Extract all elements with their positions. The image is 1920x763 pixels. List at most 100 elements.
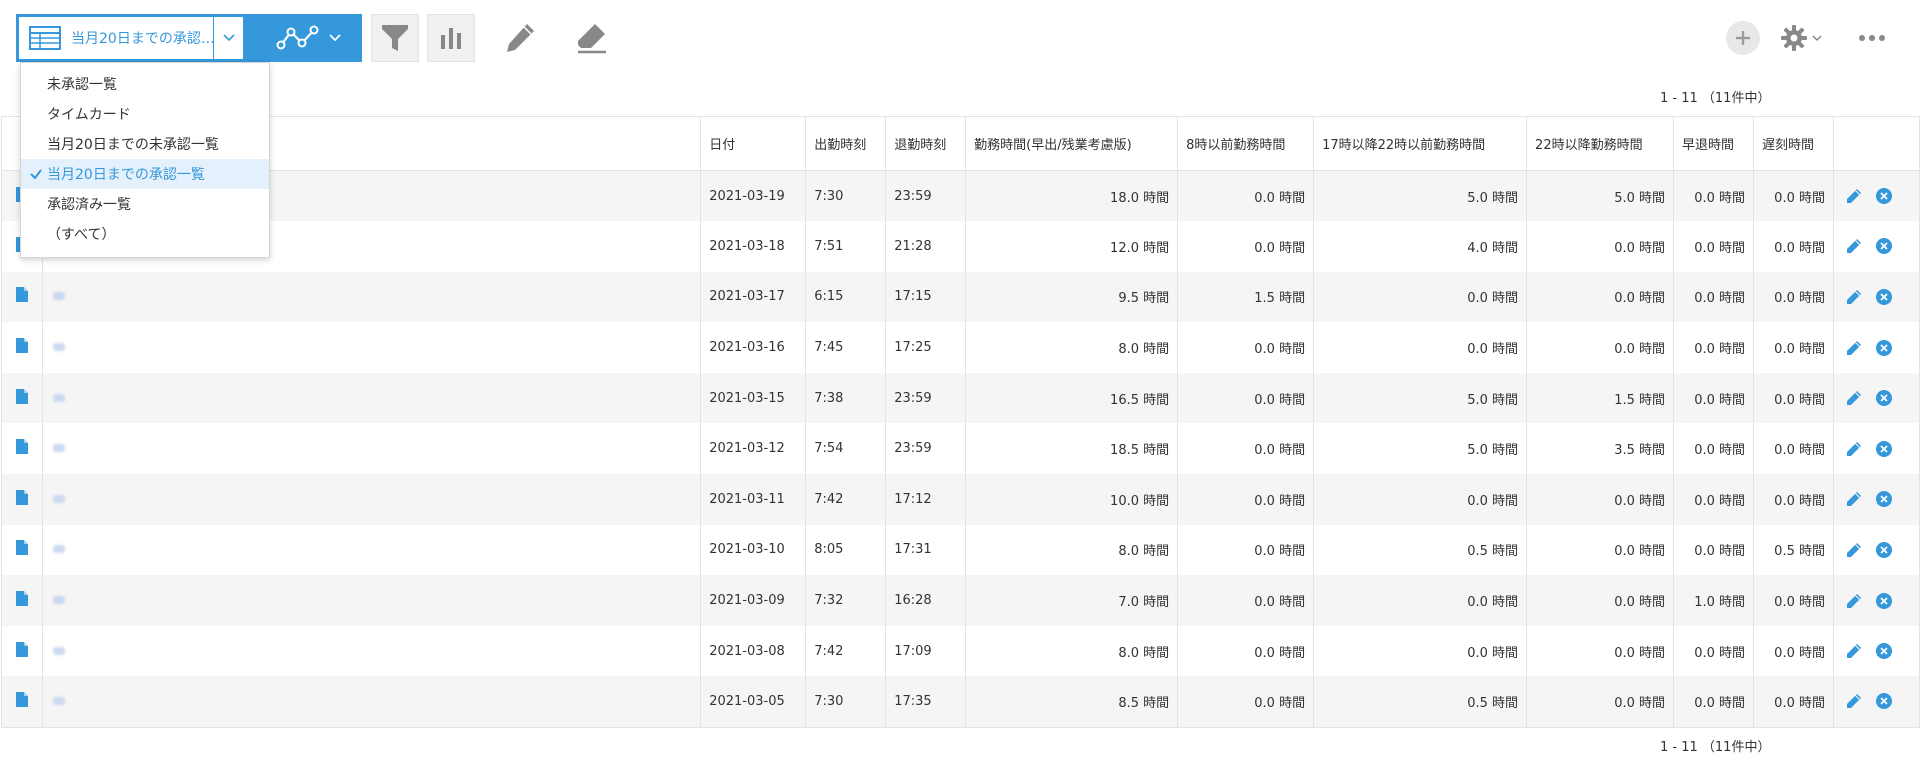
row-actions xyxy=(1833,625,1920,677)
record-detail-icon[interactable] xyxy=(15,439,28,455)
cell-before-8: 0.0 時間 xyxy=(1177,524,1315,576)
graph-select-button[interactable] xyxy=(270,14,362,62)
record-detail-cell[interactable] xyxy=(1,271,43,323)
pencil-icon[interactable] xyxy=(1846,390,1862,406)
record-detail-cell[interactable] xyxy=(1,625,43,677)
cell-late: 0.0 時間 xyxy=(1753,322,1834,373)
chevron-down-icon xyxy=(222,34,235,42)
record-detail-icon[interactable] xyxy=(15,388,28,404)
header-after-22[interactable]: 22時以降勤務時間 xyxy=(1526,116,1675,171)
close-circle-icon[interactable] xyxy=(1875,541,1892,558)
record-detail-cell[interactable] xyxy=(1,575,43,626)
view-select[interactable]: 当月20日までの承認… xyxy=(16,14,270,62)
cell-date: 2021-03-08 xyxy=(700,625,807,677)
header-date[interactable]: 日付 xyxy=(700,116,807,171)
cell-work-hours: 12.0 時間 xyxy=(965,221,1179,272)
pencil-icon[interactable] xyxy=(1846,188,1862,204)
cell-before-8: 0.0 時間 xyxy=(1177,474,1315,525)
dropdown-item[interactable]: 未承認一覧 xyxy=(21,69,269,99)
record-detail-icon[interactable] xyxy=(15,287,28,303)
pencil-icon[interactable] xyxy=(1846,693,1862,709)
cell-late: 0.0 時間 xyxy=(1753,575,1834,626)
row-actions xyxy=(1833,575,1920,626)
chart-button[interactable] xyxy=(427,14,475,62)
pencil-icon[interactable] xyxy=(1846,289,1862,305)
close-circle-icon[interactable] xyxy=(1875,592,1892,609)
cell-late: 0.0 時間 xyxy=(1753,170,1834,222)
record-detail-cell[interactable] xyxy=(1,474,43,525)
dropdown-item[interactable]: 当月20日までの未承認一覧 xyxy=(21,129,269,159)
cell-17-to-22: 0.0 時間 xyxy=(1313,575,1528,626)
close-circle-icon[interactable] xyxy=(1875,188,1892,205)
cell-17-to-22: 5.0 時間 xyxy=(1313,170,1528,222)
close-circle-icon[interactable] xyxy=(1875,643,1892,660)
record-detail-icon[interactable] xyxy=(15,489,28,505)
dropdown-item[interactable]: 当月20日までの承認一覧 xyxy=(21,159,269,189)
close-circle-icon[interactable] xyxy=(1875,440,1892,457)
cell-17-to-22: 0.0 時間 xyxy=(1313,322,1528,373)
close-circle-icon[interactable] xyxy=(1875,491,1892,508)
row-actions xyxy=(1833,170,1920,222)
dropdown-item[interactable]: （すべて） xyxy=(21,219,269,249)
record-detail-cell[interactable] xyxy=(1,524,43,576)
header-clock-in[interactable]: 出勤時刻 xyxy=(805,116,887,171)
view-select-dropdown: 未承認一覧 タイムカード 当月20日までの未承認一覧 当月20日までの承認一覧 承認済み… xyxy=(20,62,270,258)
header-work-hours[interactable]: 勤務時間(早出/残業考慮版) xyxy=(965,116,1179,171)
record-detail-icon[interactable] xyxy=(15,338,28,354)
cell-work-hours: 7.0 時間 xyxy=(965,575,1179,626)
cell-17-to-22: 0.0 時間 xyxy=(1313,474,1528,525)
record-detail-icon[interactable] xyxy=(15,540,28,556)
header-early-leave[interactable]: 早退時間 xyxy=(1673,116,1754,171)
pencil-icon[interactable] xyxy=(1846,593,1862,609)
record-detail-icon[interactable] xyxy=(15,641,28,657)
record-detail-cell[interactable] xyxy=(1,372,43,424)
cell-before-8: 0.0 時間 xyxy=(1177,322,1315,373)
header-17-to-22[interactable]: 17時以降22時以前勤務時間 xyxy=(1313,116,1528,171)
pencil-icon[interactable] xyxy=(1846,491,1862,507)
cell-after-22: 3.5 時間 xyxy=(1526,423,1675,475)
header-clock-out[interactable]: 退勤時刻 xyxy=(885,116,967,171)
record-detail-cell[interactable] xyxy=(1,423,43,475)
blurred-user-name xyxy=(52,646,65,655)
add-record-button[interactable] xyxy=(1726,21,1760,55)
close-circle-icon[interactable] xyxy=(1875,693,1892,710)
close-circle-icon[interactable] xyxy=(1875,339,1892,356)
header-before-8[interactable]: 8時以前勤務時間 xyxy=(1177,116,1315,171)
record-detail-icon[interactable] xyxy=(15,691,28,707)
cell-clock-out: 17:25 xyxy=(885,322,967,373)
blurred-user-name xyxy=(52,596,65,605)
cell-work-hours: 8.0 時間 xyxy=(965,625,1179,677)
close-circle-icon[interactable] xyxy=(1875,238,1892,255)
table-row: 2021-03-18 7:51 21:28 12.0 時間 0.0 時間 4.0 時間 0.… xyxy=(1,221,1920,272)
user-name-cell xyxy=(42,575,702,626)
pencil-icon[interactable] xyxy=(1846,643,1862,659)
record-detail-cell[interactable] xyxy=(1,676,43,728)
pencil-icon[interactable] xyxy=(1846,542,1862,558)
cell-work-hours: 16.5 時間 xyxy=(965,372,1179,424)
close-circle-icon[interactable] xyxy=(1875,390,1892,407)
bulk-edit-button[interactable] xyxy=(496,14,544,62)
filter-button[interactable] xyxy=(371,14,419,62)
row-action-group xyxy=(1834,592,1919,609)
cell-17-to-22: 5.0 時間 xyxy=(1313,423,1528,475)
more-options-button[interactable] xyxy=(1850,20,1894,56)
bulk-delete-button[interactable] xyxy=(568,14,616,62)
cell-before-8: 0.0 時間 xyxy=(1177,170,1315,222)
cell-early-leave: 0.0 時間 xyxy=(1673,170,1754,222)
record-detail-cell[interactable] xyxy=(1,322,43,373)
view-select-toggle[interactable] xyxy=(213,17,243,59)
pencil-icon[interactable] xyxy=(1846,340,1862,356)
settings-button[interactable] xyxy=(1780,20,1830,56)
close-circle-icon[interactable] xyxy=(1875,288,1892,305)
header-late[interactable]: 遅刻時間 xyxy=(1753,116,1834,171)
dropdown-item[interactable]: 承認済み一覧 xyxy=(21,189,269,219)
pencil-icon[interactable] xyxy=(1846,238,1862,254)
cell-clock-in: 7:42 xyxy=(805,625,887,677)
dropdown-item[interactable]: タイムカード xyxy=(21,99,269,129)
row-actions xyxy=(1833,524,1920,576)
view-select-field[interactable]: 当月20日までの承認… xyxy=(19,17,243,59)
pencil-icon[interactable] xyxy=(1846,441,1862,457)
record-detail-icon[interactable] xyxy=(15,591,28,607)
cell-clock-out: 16:28 xyxy=(885,575,967,626)
table-row: 2021-03-10 8:05 17:31 8.0 時間 0.0 時間 0.5 時間 0.0… xyxy=(1,524,1920,576)
